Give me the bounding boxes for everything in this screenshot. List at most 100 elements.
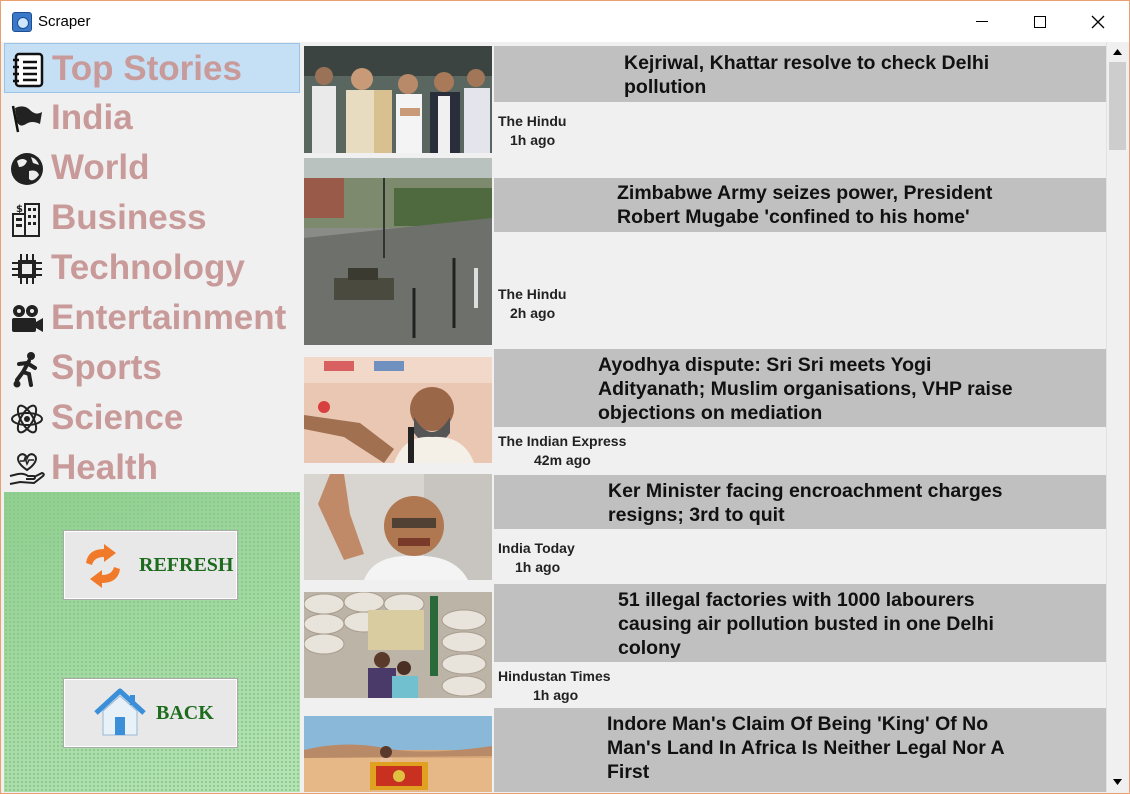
nav-label: Business xyxy=(51,198,207,237)
headline-line: pollution xyxy=(624,76,707,98)
nav-label: Science xyxy=(51,398,184,437)
tank-on-street-photo xyxy=(304,158,492,345)
nav-item-india[interactable]: India xyxy=(4,93,300,143)
down-arrow-icon xyxy=(1113,779,1122,785)
close-button[interactable] xyxy=(1069,1,1127,42)
nav-item-world[interactable]: World xyxy=(4,143,300,193)
headline-box: 51 illegal factories with 1000 labourers… xyxy=(494,584,1106,662)
story-source: India Today xyxy=(498,540,575,556)
headline[interactable]: Kejriwal, Khattar resolve to check Delhi… xyxy=(624,51,989,99)
news-story[interactable]: Zimbabwe Army seizes power, President Ro… xyxy=(300,155,1106,345)
story-source: The Indian Express xyxy=(498,433,627,449)
minimize-icon xyxy=(976,21,988,22)
up-arrow-icon xyxy=(1113,49,1122,55)
headline-box: Zimbabwe Army seizes power, President Ro… xyxy=(494,178,1106,232)
headline-line: colony xyxy=(618,637,681,659)
headline-line: Indore Man's Claim Of Being 'King' Of No xyxy=(607,713,989,735)
headline[interactable]: Ayodhya dispute: Sri Sri meets Yogi Adit… xyxy=(598,353,1013,425)
nav-item-technology[interactable]: Technology xyxy=(4,243,300,293)
headline-box: Ayodhya dispute: Sri Sri meets Yogi Adit… xyxy=(494,349,1106,427)
news-story[interactable]: Ker Minister facing encroachment charges… xyxy=(300,473,1106,581)
headline-line: First xyxy=(607,761,650,783)
atom-icon xyxy=(8,400,46,438)
politicians-meeting-photo xyxy=(304,46,492,153)
flag-icon xyxy=(8,100,46,138)
nav-item-entertainment[interactable]: Entertainment xyxy=(4,293,300,343)
refresh-button[interactable]: REFRESH xyxy=(63,530,238,600)
nav-item-health[interactable]: Health xyxy=(4,443,300,493)
news-story[interactable]: Ayodhya dispute: Sri Sri meets Yogi Adit… xyxy=(300,347,1106,471)
headline-line: Robert Mugabe 'confined to his home' xyxy=(617,206,970,228)
back-button[interactable]: BACK xyxy=(63,678,238,748)
nav-label: Sports xyxy=(51,348,162,387)
headline-line: causing air pollution busted in one Delh… xyxy=(618,613,994,635)
headline-line: Zimbabwe Army seizes power, President xyxy=(617,182,993,204)
headline-box: Kejriwal, Khattar resolve to check Delhi… xyxy=(494,46,1106,102)
headline-box: Indore Man's Claim Of Being 'King' Of No… xyxy=(494,708,1106,792)
headline-box: Ker Minister facing encroachment charges… xyxy=(494,475,1106,529)
close-icon xyxy=(1091,15,1105,28)
news-story[interactable]: Kejriwal, Khattar resolve to check Delhi… xyxy=(300,42,1106,154)
heart-hand-icon xyxy=(8,450,46,488)
nav-label: World xyxy=(51,148,150,187)
nav-label: Health xyxy=(51,448,158,487)
nav-label: Technology xyxy=(51,248,245,287)
story-time: 42m ago xyxy=(534,452,591,468)
nav-item-sports[interactable]: Sports xyxy=(4,343,300,393)
chip-icon xyxy=(8,250,46,288)
desert-flag-photo xyxy=(304,716,492,792)
nav-item-science[interactable]: Science xyxy=(4,393,300,443)
headline-line: Ayodhya dispute: Sri Sri meets Yogi xyxy=(598,354,932,376)
headline[interactable]: Zimbabwe Army seizes power, President Ro… xyxy=(617,181,992,229)
story-time: 2h ago xyxy=(510,305,556,321)
home-icon xyxy=(94,688,146,736)
headline-line: Kejriwal, Khattar resolve to check Delhi xyxy=(624,52,990,74)
minimize-button[interactable] xyxy=(953,1,1011,42)
story-time: 1h ago xyxy=(515,559,561,575)
speaker-at-podium-photo xyxy=(304,357,492,463)
scroll-thumb[interactable] xyxy=(1109,62,1126,150)
headline[interactable]: Ker Minister facing encroachment charges… xyxy=(608,479,1002,527)
maximize-button[interactable] xyxy=(1011,1,1069,42)
nav-label: India xyxy=(51,98,133,137)
title-bar[interactable]: Scraper xyxy=(1,1,1129,42)
soccer-player-icon xyxy=(8,350,46,388)
nav-label: Entertainment xyxy=(51,298,287,337)
globe-icon xyxy=(8,150,46,188)
scroll-down-button[interactable] xyxy=(1107,772,1128,792)
headline-line: objections on mediation xyxy=(598,402,823,424)
film-camera-icon xyxy=(8,300,46,338)
app-window: Scraper Top Stories India World $ Busine… xyxy=(0,0,1130,794)
category-nav: Top Stories India World $ Business Techn… xyxy=(4,42,300,492)
headline-line: 51 illegal factories with 1000 labourers xyxy=(618,589,975,611)
window-title: Scraper xyxy=(38,13,91,30)
story-source: Hindustan Times xyxy=(498,668,611,684)
maximize-icon xyxy=(1034,15,1046,28)
headline-line: Ker Minister facing encroachment charges xyxy=(608,480,1003,502)
story-source: The Hindu xyxy=(498,113,567,129)
app-icon xyxy=(12,12,32,32)
nav-item-business[interactable]: $ Business xyxy=(4,193,300,243)
story-time: 1h ago xyxy=(533,687,579,703)
news-story[interactable]: 51 illegal factories with 1000 labourers… xyxy=(300,582,1106,706)
headline-line: Adityanath; Muslim organisations, VHP ra… xyxy=(598,378,1013,400)
building-icon: $ xyxy=(8,200,46,238)
headline[interactable]: Indore Man's Claim Of Being 'King' Of No… xyxy=(607,712,1005,784)
headline[interactable]: 51 illegal factories with 1000 labourers… xyxy=(618,588,994,660)
notebook-icon xyxy=(9,51,47,89)
nav-label: Top Stories xyxy=(52,49,242,88)
story-source: The Hindu xyxy=(498,286,567,302)
nav-item-top-stories[interactable]: Top Stories xyxy=(4,43,300,93)
minister-waving-photo xyxy=(304,474,492,580)
news-story[interactable]: Indore Man's Claim Of Being 'King' Of No… xyxy=(300,706,1106,792)
back-label: BACK xyxy=(156,702,214,724)
vertical-scrollbar[interactable] xyxy=(1106,42,1128,792)
news-list[interactable]: Kejriwal, Khattar resolve to check Delhi… xyxy=(300,42,1106,792)
svg-text:$: $ xyxy=(16,204,23,215)
scroll-up-button[interactable] xyxy=(1107,42,1128,62)
refresh-label: REFRESH xyxy=(139,554,234,576)
headline-line: Man's Land In Africa Is Neither Legal No… xyxy=(607,737,1005,759)
story-time: 1h ago xyxy=(510,132,556,148)
factory-sacks-photo xyxy=(304,592,492,698)
refresh-icon xyxy=(86,544,120,588)
